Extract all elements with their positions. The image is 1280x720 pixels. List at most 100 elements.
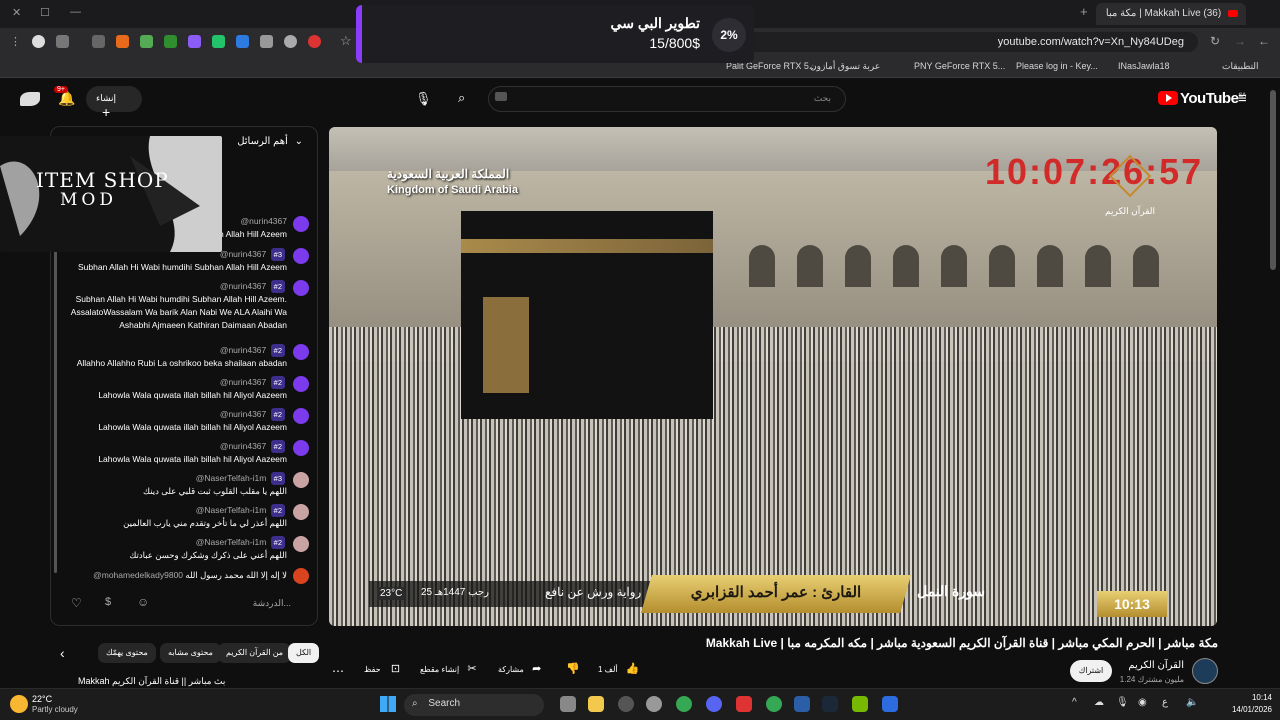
- extension-icon[interactable]: [236, 35, 249, 48]
- chrome-icon[interactable]: [766, 696, 782, 712]
- windows-start-icon[interactable]: [380, 696, 396, 712]
- extension-icon[interactable]: [56, 35, 69, 48]
- settings-icon[interactable]: [646, 696, 662, 712]
- temperature: 23°C: [377, 587, 406, 600]
- chevron-left-icon[interactable]: ‹: [60, 645, 65, 661]
- like-button[interactable]: 1 ألف 👍: [598, 662, 640, 675]
- heart-icon[interactable]: ♡: [71, 596, 82, 610]
- chat-header-label: أهم الرسائل: [237, 136, 288, 147]
- avatar[interactable]: [293, 376, 309, 392]
- discord-icon[interactable]: [706, 696, 722, 712]
- file-explorer-icon[interactable]: [588, 696, 604, 712]
- maximize-icon[interactable]: ☐: [40, 6, 50, 19]
- create-button[interactable]: إنشاء +: [86, 86, 142, 120]
- extension-icon[interactable]: [284, 35, 297, 48]
- app-icon[interactable]: [736, 696, 752, 712]
- avatar[interactable]: [293, 440, 309, 456]
- avatar[interactable]: [293, 344, 309, 360]
- chevron-up-icon[interactable]: ^: [1072, 697, 1077, 708]
- steam-icon[interactable]: [822, 696, 838, 712]
- avatar[interactable]: [293, 248, 309, 264]
- speaker-icon[interactable]: [260, 35, 273, 48]
- avatar[interactable]: [293, 408, 309, 424]
- close-window-icon[interactable]: ✕: [12, 6, 21, 19]
- subscribe-button[interactable]: اشتراك: [1070, 660, 1112, 682]
- extension-icon[interactable]: [164, 35, 177, 48]
- extension-icon[interactable]: [188, 35, 201, 48]
- save-button[interactable]: حفظ ⊡: [364, 662, 400, 675]
- super-chat-icon[interactable]: $: [105, 596, 111, 608]
- bookmark-item[interactable]: التطبيقات: [1222, 61, 1259, 72]
- task-view-icon[interactable]: [560, 696, 576, 712]
- extension-icon[interactable]: [116, 35, 129, 48]
- chip-all[interactable]: الكل: [288, 643, 320, 663]
- microphone-icon[interactable]: 🎙: [415, 91, 432, 107]
- channel-avatar[interactable]: [1192, 658, 1218, 684]
- avatar[interactable]: [293, 472, 309, 488]
- channel-watermark: القرآن الكريم: [1105, 206, 1156, 216]
- video-player[interactable]: المملكة العربية السعودية Kingdom of Saud…: [329, 127, 1217, 626]
- channel-name[interactable]: القرآن الكريم: [1128, 660, 1184, 671]
- search-icon[interactable]: ⌕: [458, 90, 465, 106]
- extension-icon[interactable]: [140, 35, 153, 48]
- avatar[interactable]: [20, 92, 40, 106]
- system-date[interactable]: 14/01/2026: [1222, 705, 1272, 714]
- tab-active[interactable]: (36) Makkah Live | مكة مبا: [1096, 3, 1246, 25]
- app-icon[interactable]: [882, 696, 898, 712]
- new-tab-icon[interactable]: +: [1080, 4, 1088, 19]
- menu-dots-icon[interactable]: ⋮: [10, 35, 21, 48]
- bookmark-star-icon[interactable]: ☆: [340, 33, 352, 49]
- profile-icon[interactable]: [32, 35, 45, 48]
- next-video-item[interactable]: Makkah بث مباشر || قناة القرآن الكريم: [78, 676, 318, 688]
- chat-header[interactable]: أهم الرسائل ⌄: [237, 136, 303, 147]
- network-icon[interactable]: ◉: [1138, 697, 1147, 708]
- extension-icon[interactable]: [92, 35, 105, 48]
- emoji-icon[interactable]: ☺: [137, 595, 149, 609]
- bookmark-item[interactable]: عربة تسوق أمازون: [810, 61, 880, 72]
- chat-input[interactable]: ♡ $ ☺ الدردشة...: [59, 591, 309, 617]
- extension-icon[interactable]: [308, 35, 321, 48]
- system-time[interactable]: 10:14: [1222, 693, 1272, 702]
- avatar[interactable]: [293, 568, 309, 584]
- back-icon[interactable]: ←: [1258, 34, 1270, 48]
- weather-icon[interactable]: [10, 695, 28, 713]
- app-icon[interactable]: [794, 696, 810, 712]
- bookmark-item[interactable]: PNY GeForce RTX 5...: [914, 61, 1005, 71]
- forward-icon[interactable]: →: [1234, 34, 1246, 48]
- chat-badge: #2: [270, 536, 285, 549]
- arch: [989, 245, 1015, 287]
- clip-button[interactable]: إنشاء مقطع ✂: [420, 662, 477, 675]
- chip-similar[interactable]: محتوى مشابه: [160, 643, 221, 663]
- avatar[interactable]: [293, 504, 309, 520]
- chat-message: @nurin4367 #2 Lahowla Wala quwata illah …: [59, 408, 287, 434]
- nvidia-icon[interactable]: [852, 696, 868, 712]
- avatar[interactable]: [293, 216, 309, 232]
- bookmark-item[interactable]: INasJawla18: [1118, 61, 1170, 71]
- keyboard-icon[interactable]: [495, 92, 507, 101]
- chrome-icon[interactable]: [676, 696, 692, 712]
- hamburger-menu-icon[interactable]: ≡: [1238, 90, 1247, 107]
- app-icon[interactable]: [618, 696, 634, 712]
- reload-icon[interactable]: ↻: [1210, 34, 1220, 48]
- dislike-icon[interactable]: 👎: [566, 662, 580, 675]
- microphone-icon[interactable]: 🎙: [1116, 697, 1129, 708]
- volume-icon[interactable]: 🔈: [1186, 697, 1198, 708]
- chip-channel[interactable]: من القرآن الكريم: [218, 643, 292, 663]
- extension-icon[interactable]: [212, 35, 225, 48]
- avatar[interactable]: [293, 536, 309, 552]
- share-button[interactable]: مشاركة ➦: [498, 662, 541, 675]
- more-options-icon[interactable]: ⋯: [332, 664, 344, 678]
- taskbar-search[interactable]: ⌕ Search: [404, 694, 544, 716]
- minimize-icon[interactable]: —: [70, 6, 81, 18]
- bookmark-item[interactable]: Please log in - Key...: [1016, 61, 1098, 71]
- cloud-icon[interactable]: ☁: [1094, 697, 1104, 708]
- chat-badge: #2: [270, 504, 285, 517]
- chip-recommended[interactable]: محتوى يهمّك: [98, 643, 156, 663]
- chat-badge: #2: [270, 280, 285, 293]
- avatar[interactable]: [293, 280, 309, 296]
- page-scrollbar[interactable]: [1270, 90, 1276, 270]
- language-icon[interactable]: ع: [1162, 697, 1168, 708]
- search-input[interactable]: بحث: [488, 86, 846, 112]
- arch: [1085, 245, 1111, 287]
- youtube-logo[interactable]: YouTubeSA: [1158, 90, 1246, 107]
